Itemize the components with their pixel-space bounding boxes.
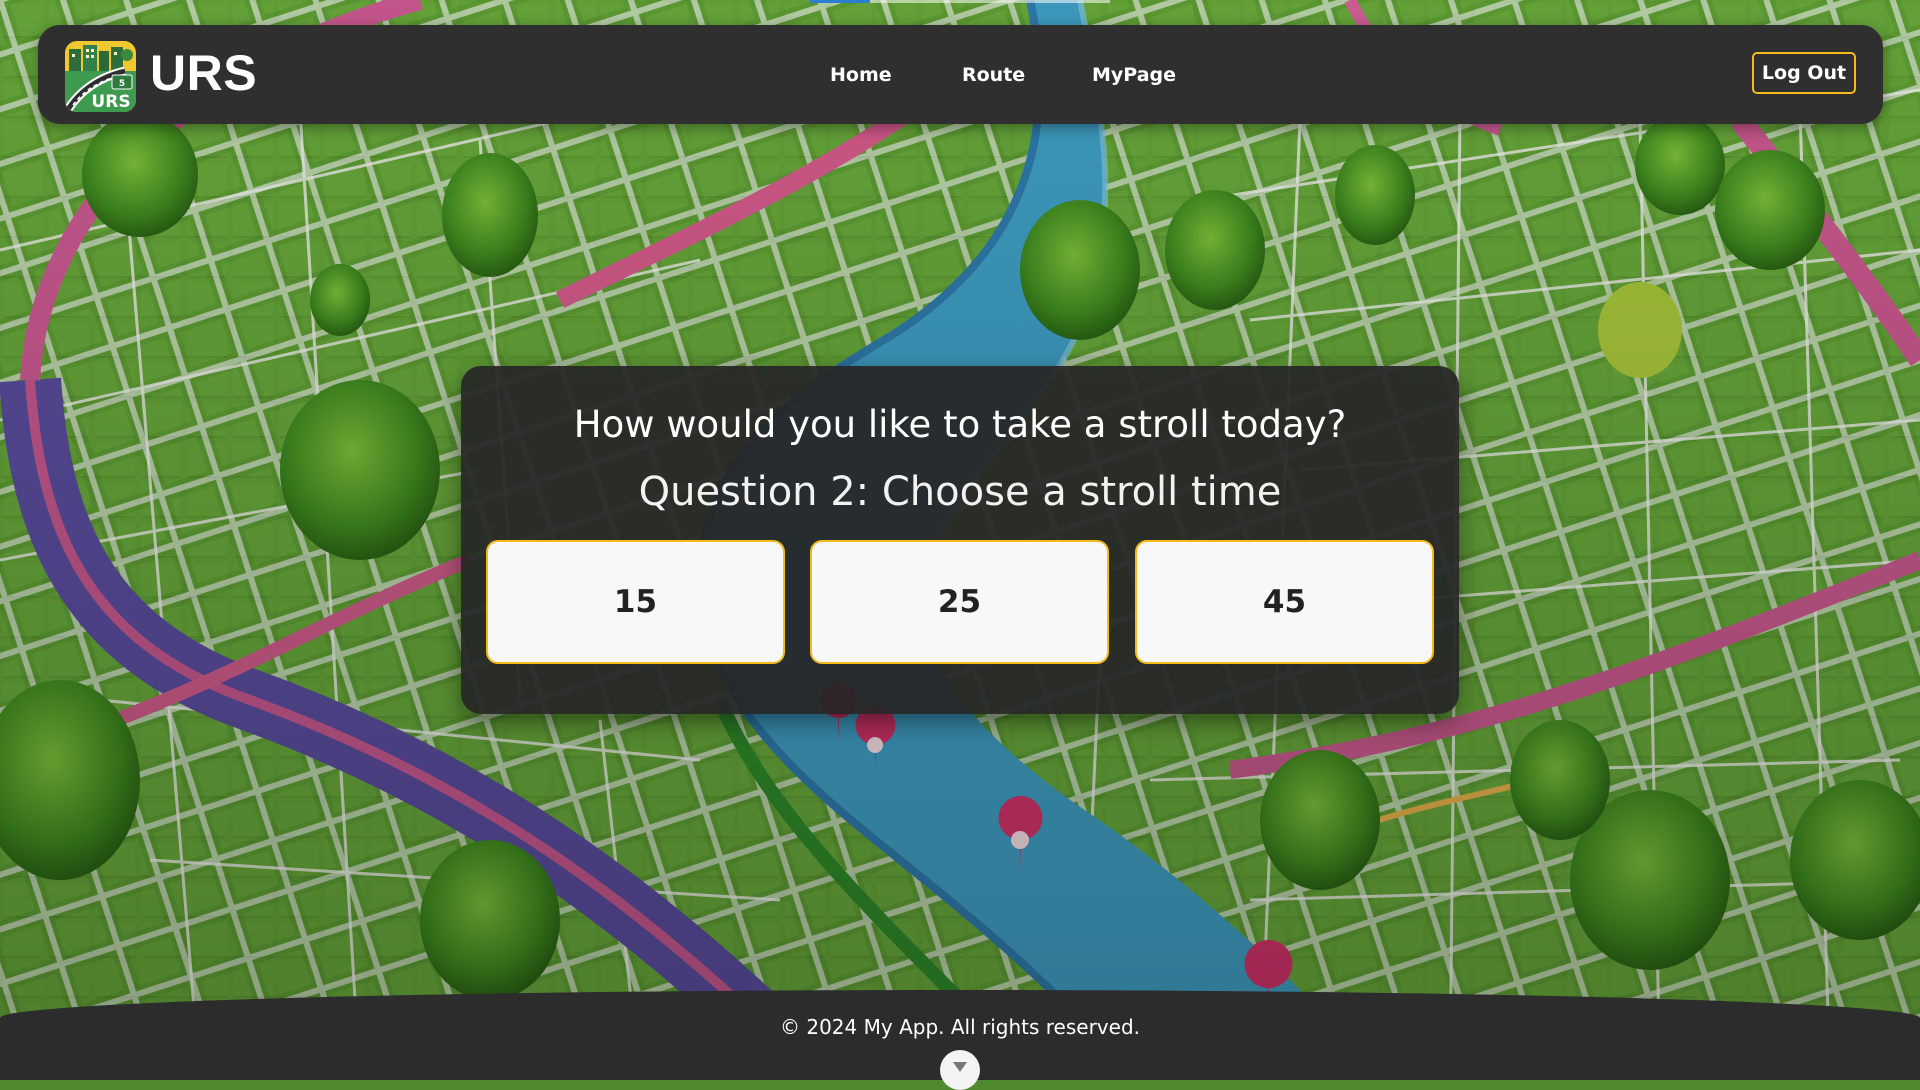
scroll-down-button[interactable] — [940, 1050, 980, 1090]
main-nav: Home Route MyPage — [38, 62, 1883, 88]
question-card-title: How would you like to take a stroll toda… — [573, 403, 1347, 446]
nav-route-link[interactable]: Route — [962, 62, 1025, 88]
top-progress-strip — [810, 0, 1110, 3]
logout-button[interactable]: Log Out — [1752, 52, 1856, 94]
stroll-time-option-45[interactable]: 45 — [1135, 540, 1434, 664]
stroll-time-option-25[interactable]: 25 — [810, 540, 1109, 664]
question-card: How would you like to take a stroll toda… — [461, 366, 1459, 714]
nav-home-link[interactable]: Home — [830, 62, 892, 88]
stroll-time-option-15[interactable]: 15 — [486, 540, 785, 664]
nav-mypage-link[interactable]: MyPage — [1092, 62, 1176, 88]
copyright-text: © 2024 My App. All rights reserved. — [780, 1015, 1140, 1039]
page-footer: © 2024 My App. All rights reserved. — [0, 990, 1920, 1090]
question-prompt: Question 2: Choose a stroll time — [638, 469, 1282, 515]
top-navbar: 5 URS URS Home Route MyPage Log Out — [38, 25, 1883, 124]
chevron-down-icon — [953, 1062, 967, 1072]
logo-text: URS — [91, 92, 130, 112]
